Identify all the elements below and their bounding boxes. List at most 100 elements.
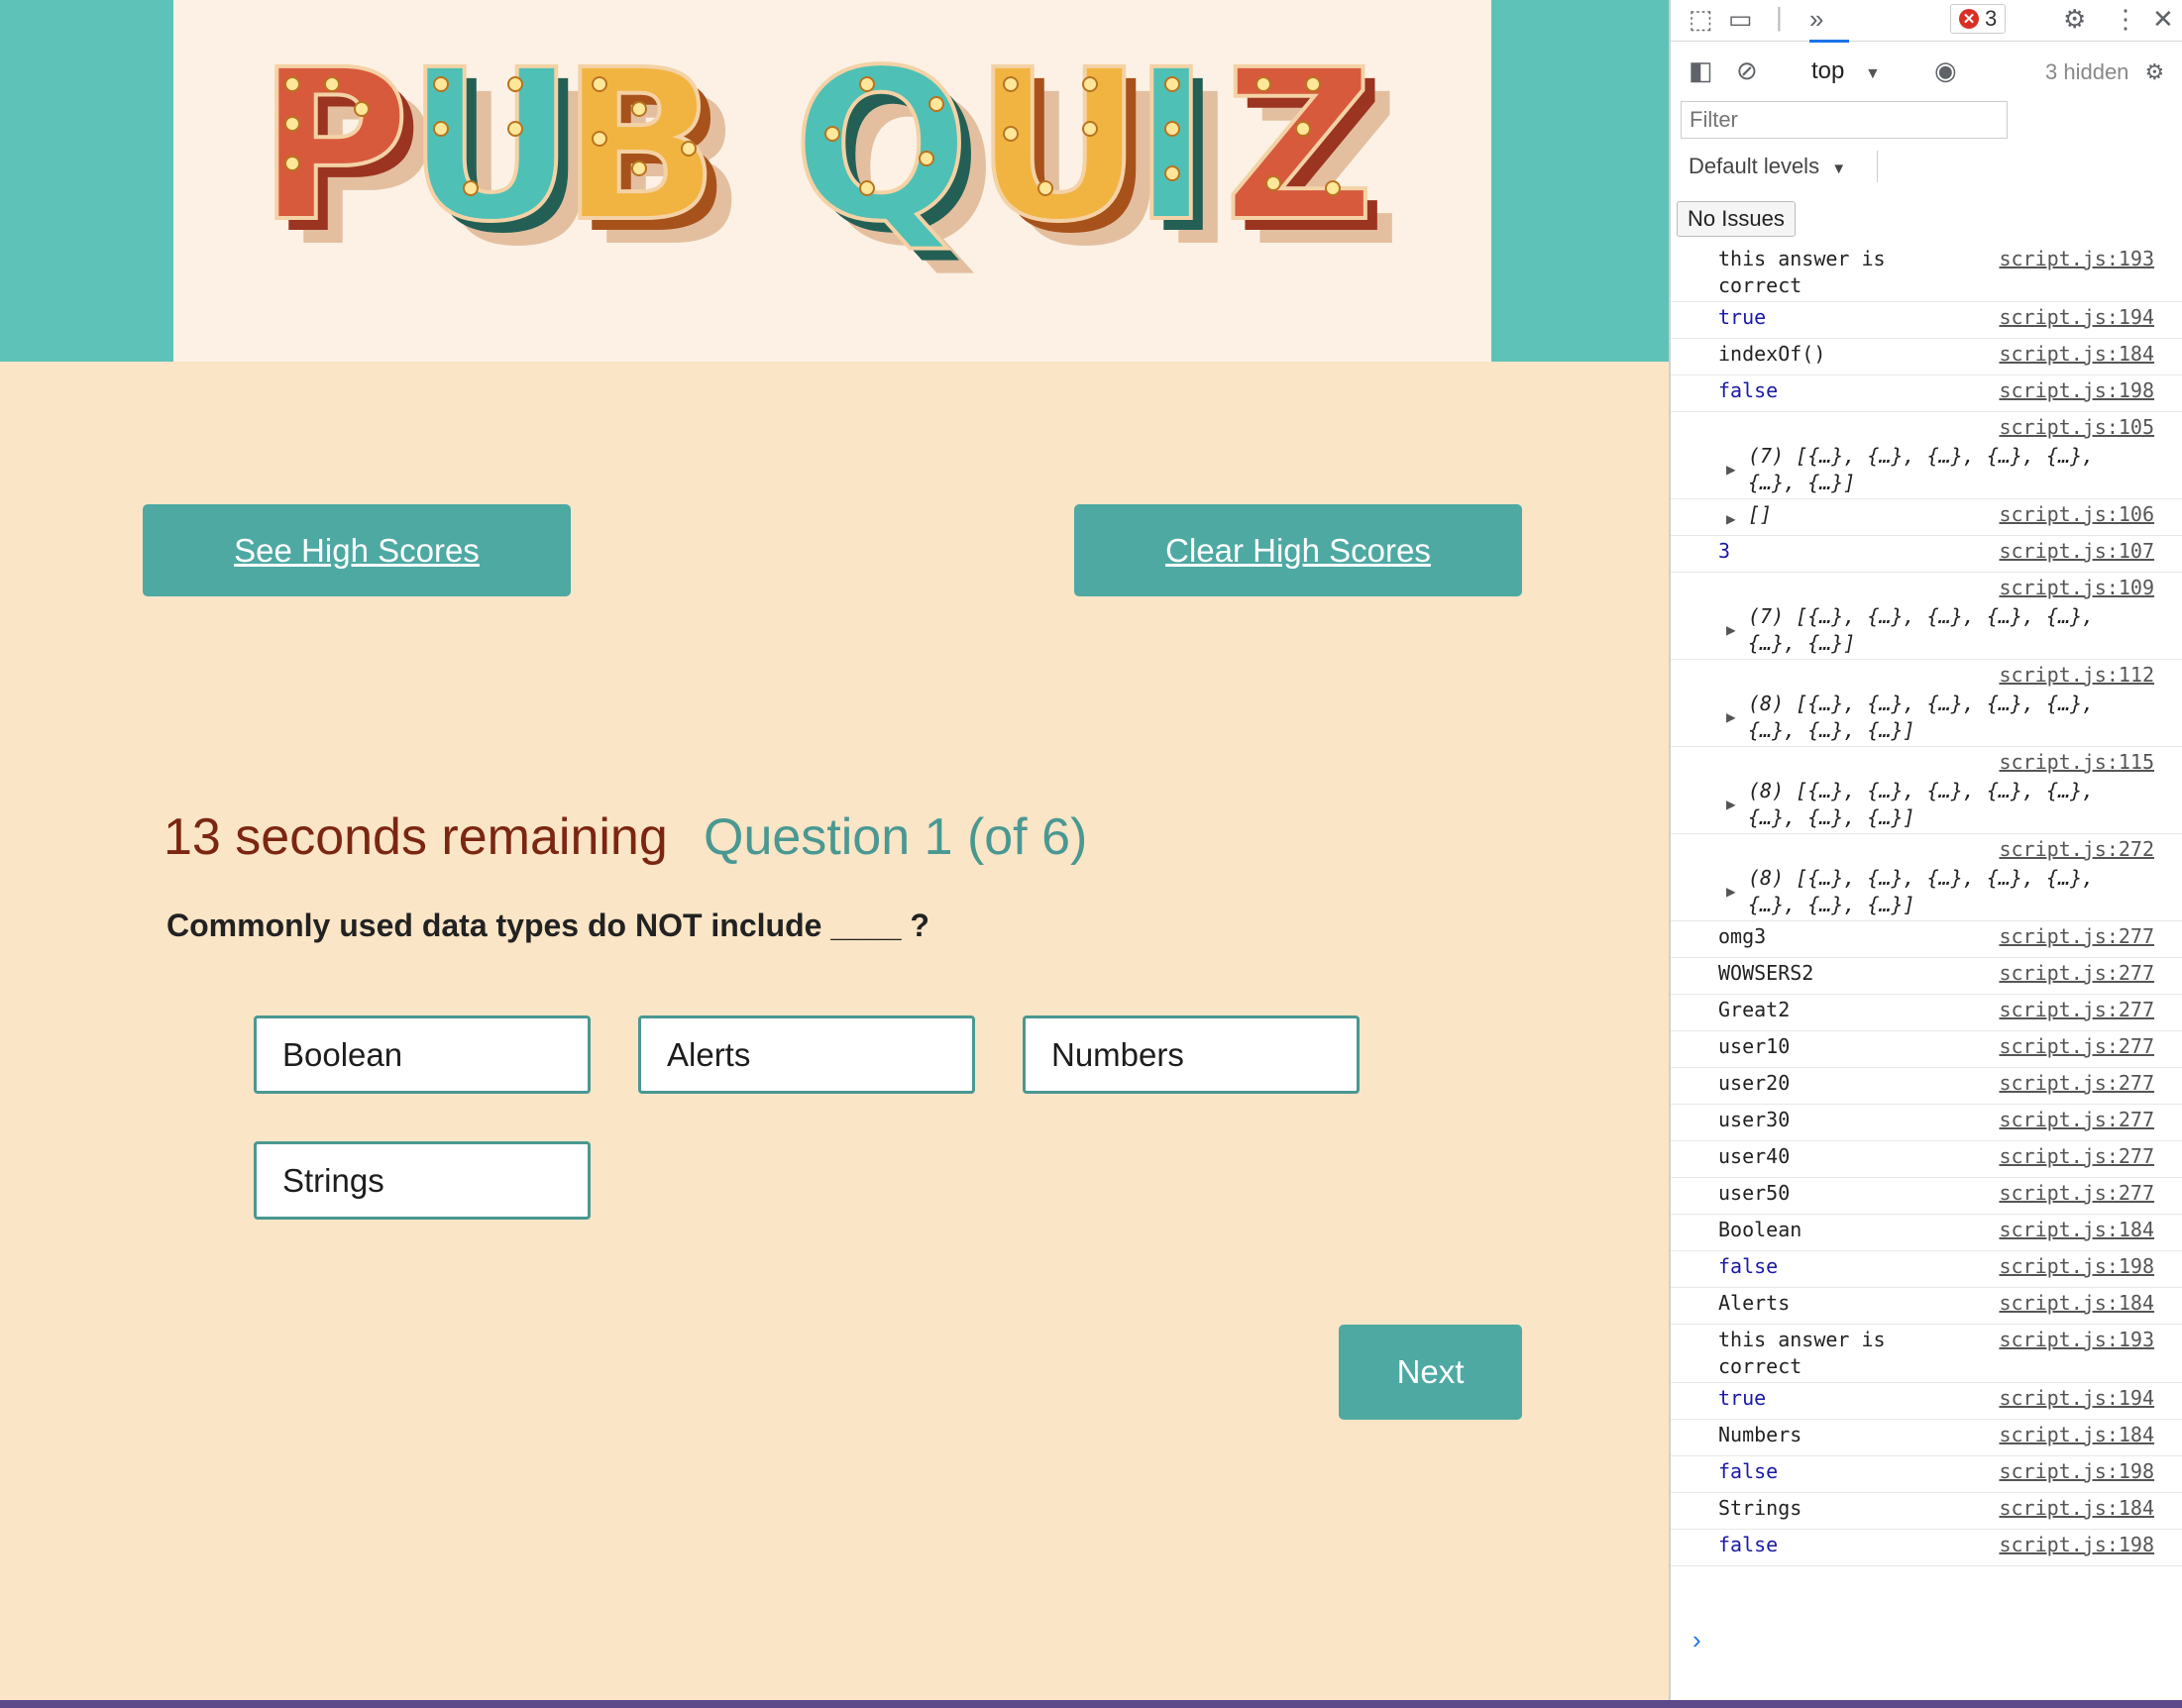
svg-text:I: I [1133,25,1210,267]
devtools-toolbar: ⬚ ▭ | » ✕ 3 ⚙ ⋮ ✕ [1671,0,2182,43]
console-filter-input[interactable] [1681,101,2008,139]
settings-gear-icon[interactable]: ⚙ [2063,6,2086,32]
console-prompt-icon[interactable]: › [1692,1625,1701,1655]
console-log-message: omg3 [1718,924,1767,948]
see-high-scores-label: See High Scores [234,531,480,569]
console-log-row: 3 script.js:107 [1671,536,2182,573]
expand-triangle-icon[interactable]: ▶ [1726,505,1736,532]
console-toolbar: ◧ ⊘ top ▼ ◉ 3 hidden ⚙ [1671,50,2182,93]
console-log-message: false [1718,378,1779,402]
console-log-message: Numbers [1718,1423,1802,1446]
console-log-row[interactable]: ▶ (7) [{…}, {…}, {…}, {…}, {…}, {…}, {…}]… [1671,412,2182,499]
issues-button[interactable]: No Issues [1677,201,1796,237]
log-levels-label: Default levels [1689,154,1820,178]
console-log-message: user50 [1718,1181,1791,1205]
quiz-page: P U B Q U I Z P U B Q U I Z P U B Q U I … [0,0,1669,1700]
console-source-link[interactable]: script.js:277 [1999,1070,2154,1097]
console-log-row: false script.js:198 [1671,1251,2182,1288]
answer-label: Numbers [1051,1035,1184,1073]
console-log-message: Strings [1718,1496,1802,1520]
console-source-link[interactable]: script.js:194 [1999,1385,2154,1412]
console-log-message: true [1718,1386,1767,1410]
log-levels-dropdown[interactable]: Default levels ▼ [1689,154,1846,179]
console-log-message: (7) [{…}, {…}, {…}, {…}, {…}, {…}, {…}] [1748,604,2095,655]
expand-triangle-icon[interactable]: ▶ [1726,456,1736,482]
console-log-row: user40 script.js:277 [1671,1141,2182,1178]
console-log-message: false [1718,1254,1779,1278]
answer-button-strings[interactable]: Strings [254,1141,591,1220]
console-log-row: user50 script.js:277 [1671,1178,2182,1215]
console-log-row: false script.js:198 [1671,1530,2182,1566]
console-source-link[interactable]: script.js:277 [1999,923,2154,950]
console-log-message: user40 [1718,1144,1791,1168]
console-log-message: user10 [1718,1034,1791,1058]
console-source-link[interactable]: script.js:198 [1999,1253,2154,1280]
chevron-down-icon: ▼ [1831,160,1847,177]
close-devtools-icon[interactable]: ✕ [2152,6,2174,32]
console-log-row[interactable]: ▶ [] script.js:106 [1671,499,2182,536]
answer-button-alerts[interactable]: Alerts [638,1015,975,1094]
more-options-icon[interactable]: ⋮ [2113,6,2138,32]
console-log-row: Great2 script.js:277 [1671,995,2182,1031]
more-tabs-icon[interactable]: » [1809,6,1823,32]
console-source-link[interactable]: script.js:105 [1999,414,2154,441]
expand-triangle-icon[interactable]: ▶ [1726,878,1736,905]
svg-text:Z: Z [1224,25,1374,267]
window-bottom-bar [0,1700,2182,1708]
console-source-link[interactable]: script.js:272 [1999,836,2154,863]
console-source-link[interactable]: script.js:198 [1999,1458,2154,1485]
error-count-badge[interactable]: ✕ 3 [1950,4,2007,34]
answer-button-numbers[interactable]: Numbers [1023,1015,1360,1094]
console-source-link[interactable]: script.js:184 [1999,1495,2154,1522]
console-source-link[interactable]: script.js:198 [1999,1532,2154,1558]
console-settings-icon[interactable]: ⚙ [2145,59,2165,84]
console-log-row[interactable]: ▶ (8) [{…}, {…}, {…}, {…}, {…}, {…}, {…},… [1671,747,2182,834]
answer-button-boolean[interactable]: Boolean [254,1015,591,1094]
console-source-link[interactable]: script.js:109 [1999,575,2154,601]
clear-high-scores-button[interactable]: Clear High Scores [1074,504,1522,596]
device-toolbar-icon[interactable]: ▭ [1728,6,1753,32]
console-source-link[interactable]: script.js:184 [1999,1217,2154,1243]
console-log-message: (8) [{…}, {…}, {…}, {…}, {…}, {…}, {…}, … [1748,779,2095,829]
expand-triangle-icon[interactable]: ▶ [1726,703,1736,730]
answer-label: Boolean [282,1035,403,1073]
context-selector[interactable]: top ▼ [1811,57,1881,85]
console-log-message: (7) [{…}, {…}, {…}, {…}, {…}, {…}, {…}] [1748,444,2095,494]
console-source-link[interactable]: script.js:193 [1999,246,2154,272]
expand-triangle-icon[interactable]: ▶ [1726,791,1736,817]
console-log-message: Great2 [1718,998,1791,1021]
console-log-row[interactable]: ▶ (8) [{…}, {…}, {…}, {…}, {…}, {…}, {…},… [1671,660,2182,747]
expand-triangle-icon[interactable]: ▶ [1726,616,1736,643]
live-expression-eye-icon[interactable]: ◉ [1934,57,1957,83]
console-log-message: indexOf() [1718,342,1826,366]
console-log-message: Alerts [1718,1291,1791,1315]
console-source-link[interactable]: script.js:115 [1999,749,2154,776]
console-log-message: (8) [{…}, {…}, {…}, {…}, {…}, {…}, {…}, … [1748,866,2095,916]
sidebar-toggle-icon[interactable]: ◧ [1689,57,1713,83]
console-source-link[interactable]: script.js:277 [1999,997,2154,1023]
console-source-link[interactable]: script.js:107 [1999,538,2154,565]
console-log-row: Numbers script.js:184 [1671,1420,2182,1456]
next-button[interactable]: Next [1339,1325,1522,1420]
console-source-link[interactable]: script.js:184 [1999,341,2154,368]
console-source-link[interactable]: script.js:106 [1999,501,2154,528]
console-source-link[interactable]: script.js:184 [1999,1422,2154,1448]
error-icon: ✕ [1959,9,1979,29]
toolbar-divider: | [1776,2,1783,32]
console-log-row[interactable]: ▶ (7) [{…}, {…}, {…}, {…}, {…}, {…}, {…}]… [1671,573,2182,660]
console-log-row[interactable]: ▶ (8) [{…}, {…}, {…}, {…}, {…}, {…}, {…},… [1671,834,2182,921]
console-source-link[interactable]: script.js:194 [1999,304,2154,331]
console-source-link[interactable]: script.js:277 [1999,1180,2154,1207]
console-source-link[interactable]: script.js:184 [1999,1290,2154,1317]
console-source-link[interactable]: script.js:277 [1999,1107,2154,1133]
console-source-link[interactable]: script.js:193 [1999,1327,2154,1353]
console-source-link[interactable]: script.js:277 [1999,960,2154,987]
see-high-scores-button[interactable]: See High Scores [143,504,571,596]
inspect-element-icon[interactable]: ⬚ [1689,6,1713,32]
console-source-link[interactable]: script.js:277 [1999,1143,2154,1170]
console-source-link[interactable]: script.js:112 [1999,662,2154,689]
console-source-link[interactable]: script.js:277 [1999,1033,2154,1060]
console-log-message: WOWSERS2 [1718,961,1814,985]
clear-console-icon[interactable]: ⊘ [1736,57,1758,83]
console-source-link[interactable]: script.js:198 [1999,377,2154,404]
